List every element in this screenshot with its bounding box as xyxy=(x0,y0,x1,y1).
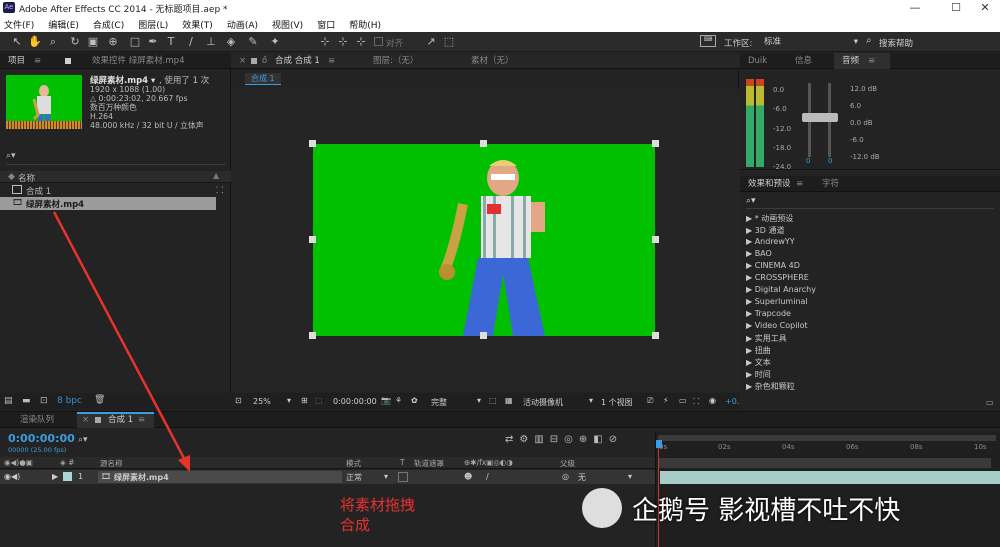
penguin-logo-icon xyxy=(582,488,622,528)
annotation-line-2: 合成 xyxy=(340,516,371,534)
annotation-text: 将素材拖拽 合成 xyxy=(340,495,415,535)
annotation-arrow xyxy=(52,211,190,472)
watermark-text: 企鹅号 影视槽不吐不快 xyxy=(632,496,901,526)
annotation-line-1: 将素材拖拽 xyxy=(340,496,416,514)
